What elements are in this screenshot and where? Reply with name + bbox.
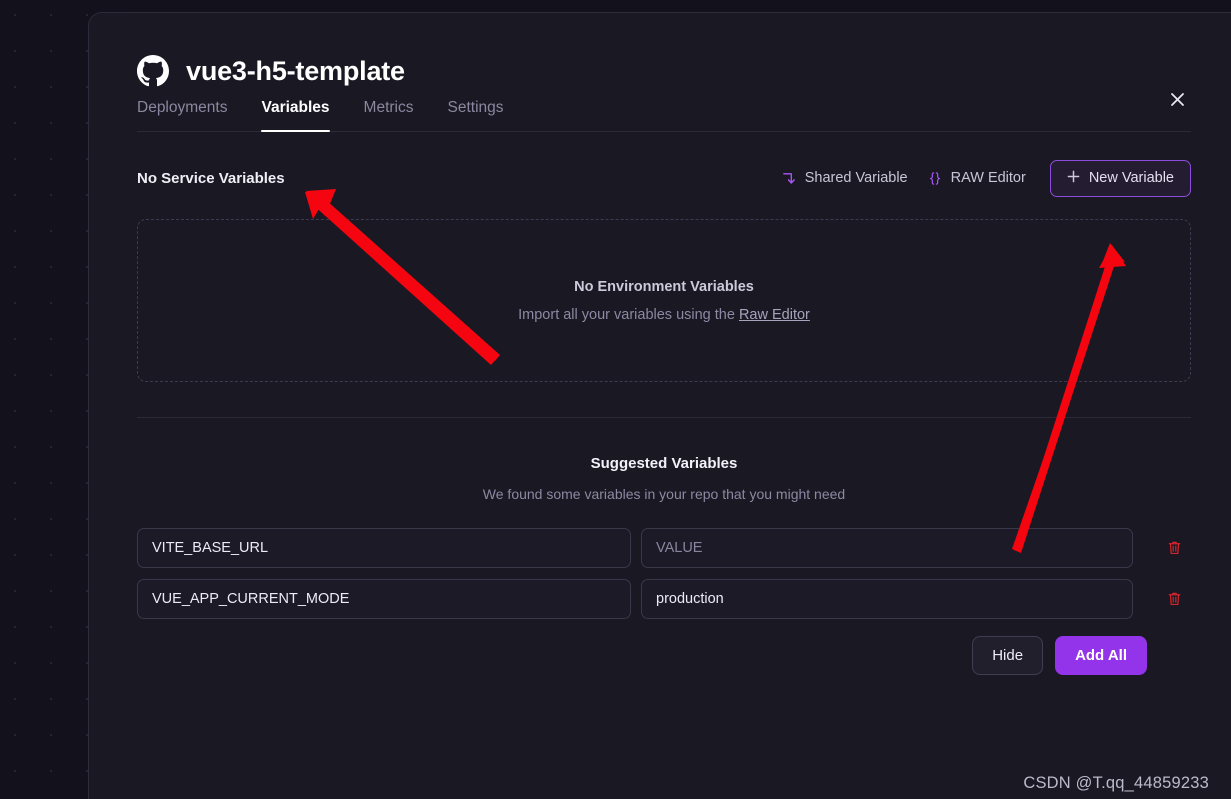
variable-value-input[interactable]: production: [641, 579, 1133, 619]
table-row: VUE_APP_CURRENT_MODE production: [137, 579, 1191, 619]
variable-name-input[interactable]: VITE_BASE_URL: [137, 528, 631, 568]
raw-editor-button[interactable]: RAW Editor: [918, 163, 1036, 193]
empty-variables-box: No Environment Variables Import all your…: [137, 219, 1191, 382]
trash-icon: [1168, 592, 1180, 606]
tab-deployments[interactable]: Deployments: [137, 99, 227, 131]
suggested-variable-rows: VITE_BASE_URL VALUE VUE_APP_CURRENT_MODE…: [137, 528, 1191, 619]
delete-variable-button[interactable]: [1161, 586, 1187, 612]
suggested-variables-section: Suggested Variables We found some variab…: [137, 455, 1191, 502]
add-all-button[interactable]: Add All: [1055, 636, 1147, 675]
section-divider: [137, 417, 1191, 418]
empty-state-subtitle-text: Import all your variables using the: [518, 306, 739, 323]
new-variable-button[interactable]: New Variable: [1049, 159, 1191, 197]
shared-variable-button[interactable]: Shared Variable: [771, 163, 918, 193]
hide-button[interactable]: Hide: [972, 636, 1044, 675]
suggested-subtitle: We found some variables in your repo tha…: [482, 486, 846, 502]
service-modal-panel: vue3-h5-template Deployments Variables M…: [88, 12, 1231, 799]
tab-variables[interactable]: Variables: [261, 99, 330, 132]
empty-state-title: No Environment Variables: [574, 278, 754, 295]
tab-metrics[interactable]: Metrics: [364, 99, 414, 131]
delete-variable-button[interactable]: [1161, 535, 1187, 561]
plus-icon: [1067, 170, 1080, 187]
suggested-title: Suggested Variables: [590, 455, 738, 472]
arrow-turn-down-icon: [781, 171, 796, 186]
modal-header: vue3-h5-template: [137, 13, 1191, 87]
section-heading: No Service Variables: [137, 169, 285, 187]
modal-content: vue3-h5-template Deployments Variables M…: [137, 13, 1191, 799]
trash-icon: [1168, 541, 1180, 555]
new-variable-label: New Variable: [1088, 170, 1174, 186]
suggested-footer-buttons: Hide Add All: [137, 636, 1191, 675]
watermark: CSDN @T.qq_44859233: [1023, 774, 1209, 792]
tab-bar: Deployments Variables Metrics Settings: [137, 99, 1191, 132]
raw-editor-label: RAW Editor: [950, 170, 1026, 186]
tab-settings[interactable]: Settings: [448, 99, 504, 131]
app-root: vue3-h5-template Deployments Variables M…: [0, 0, 1231, 799]
shared-variable-label: Shared Variable: [804, 170, 908, 186]
raw-editor-link[interactable]: Raw Editor: [739, 307, 810, 323]
github-icon: [137, 55, 169, 87]
variable-name-input[interactable]: VUE_APP_CURRENT_MODE: [137, 579, 631, 619]
empty-state-subtitle: Import all your variables using the Raw …: [518, 307, 810, 323]
variable-value-input[interactable]: VALUE: [641, 528, 1133, 568]
variables-action-bar: No Service Variables Shared Variable RAW…: [137, 159, 1191, 197]
page-title: vue3-h5-template: [186, 55, 405, 86]
curly-braces-icon: [928, 171, 942, 186]
table-row: VITE_BASE_URL VALUE: [137, 528, 1191, 568]
